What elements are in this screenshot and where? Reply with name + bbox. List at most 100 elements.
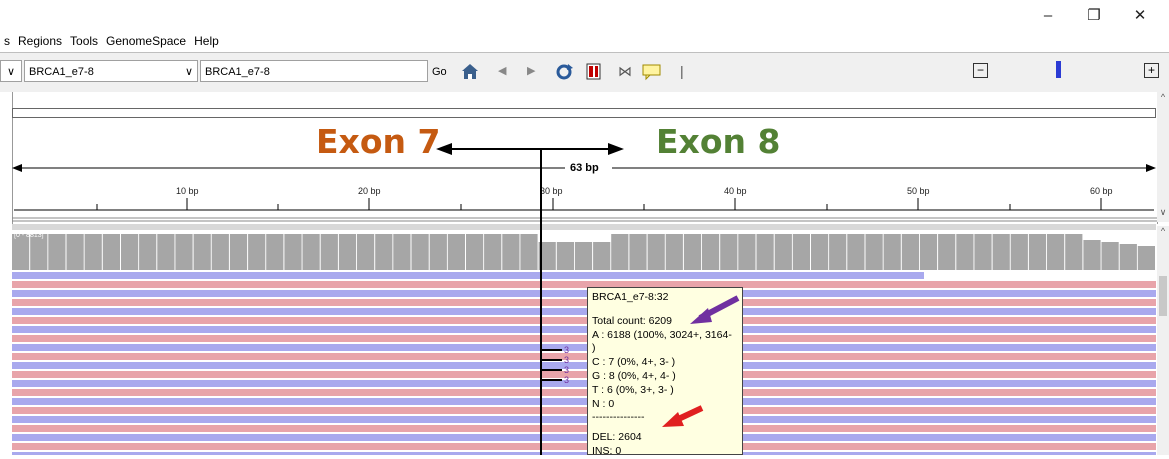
read-row bbox=[12, 335, 1156, 342]
coverage-bar bbox=[357, 234, 375, 270]
menu-item-regions[interactable]: Regions bbox=[14, 34, 66, 52]
menu-item-help[interactable]: Help bbox=[190, 34, 223, 52]
coverage-bar bbox=[193, 234, 211, 270]
coverage-bar bbox=[157, 234, 175, 270]
scroll-up-icon[interactable]: ^ bbox=[1157, 226, 1169, 236]
red-arrow-icon bbox=[662, 412, 684, 427]
coverage-bar bbox=[574, 242, 593, 270]
go-button[interactable]: Go bbox=[432, 66, 447, 78]
scrollbar-thumb[interactable] bbox=[1159, 276, 1167, 316]
ruler-tick-label: 10 bp bbox=[176, 186, 199, 196]
restore-icon[interactable]: ❐ bbox=[1071, 2, 1117, 30]
read-row bbox=[12, 272, 924, 279]
alignment-reads[interactable] bbox=[12, 272, 1156, 455]
region-of-interest-icon[interactable] bbox=[585, 62, 603, 82]
close-icon[interactable]: ✕ bbox=[1117, 2, 1163, 30]
refresh-icon[interactable] bbox=[554, 62, 574, 82]
coverage-bar bbox=[1010, 234, 1028, 270]
back-arrow-icon[interactable]: ◀ bbox=[498, 64, 506, 77]
coverage-bar bbox=[302, 234, 320, 270]
coverage-bar bbox=[956, 234, 974, 270]
chromosome-value: BRCA1_e7-8 bbox=[29, 66, 94, 78]
menu-item-tools[interactable]: Tools bbox=[66, 34, 102, 52]
coverage-bar bbox=[484, 234, 502, 270]
menu-item-view-partial[interactable]: s bbox=[0, 34, 14, 52]
read-row bbox=[12, 362, 1156, 369]
coverage-bar bbox=[629, 234, 647, 270]
locus-value: BRCA1_e7-8 bbox=[205, 66, 270, 78]
deletion-count: 3 bbox=[564, 375, 570, 385]
read-row bbox=[12, 281, 1156, 288]
coverage-bar bbox=[338, 234, 357, 270]
read-row bbox=[12, 434, 1156, 441]
toolbar-separator: | bbox=[680, 63, 684, 79]
ruler-span-label: 63 bp bbox=[570, 162, 599, 174]
coverage-bar bbox=[229, 234, 248, 270]
ruler-tick-label: 20 bp bbox=[358, 186, 381, 196]
coverage-bar bbox=[393, 234, 411, 270]
deletion-marks: 3 3 3 3 bbox=[542, 345, 572, 385]
tracks-scrollbar[interactable]: ^ bbox=[1157, 226, 1169, 455]
annotation-arrows bbox=[662, 295, 740, 427]
read-row bbox=[12, 353, 1156, 360]
coverage-bar bbox=[447, 234, 465, 270]
chevron-down-icon: ∨ bbox=[184, 66, 193, 78]
coverage-bar bbox=[248, 234, 266, 270]
coverage-bar bbox=[320, 234, 338, 270]
resize-icon[interactable]: ⋈ bbox=[618, 63, 632, 80]
coverage-bar bbox=[938, 234, 956, 270]
ruler-tick-label: 40 bp bbox=[724, 186, 747, 196]
read-row bbox=[12, 290, 1156, 297]
left-gutter bbox=[0, 92, 12, 455]
coverage-bar bbox=[375, 234, 393, 270]
read-row bbox=[12, 443, 1156, 450]
coverage-bar bbox=[1083, 240, 1101, 270]
zoom-in-button[interactable]: + bbox=[1144, 63, 1159, 78]
deletion-count: 3 bbox=[564, 345, 570, 355]
genome-dropdown-arrow[interactable]: ∨ bbox=[0, 60, 22, 82]
menu-item-genomespace[interactable]: GenomeSpace bbox=[102, 34, 190, 52]
coverage-bar bbox=[121, 234, 139, 270]
coverage-bar bbox=[139, 234, 157, 270]
coverage-bar bbox=[502, 234, 520, 270]
coverage-bar bbox=[411, 234, 429, 270]
ruler-tick-label: 60 bp bbox=[1090, 186, 1113, 196]
coverage-bar bbox=[593, 242, 611, 270]
read-row bbox=[12, 398, 1156, 405]
coverage-bar bbox=[84, 234, 102, 270]
locus-input[interactable]: BRCA1_e7-8 bbox=[200, 60, 428, 82]
coverage-bar bbox=[66, 234, 84, 270]
deletion-count: 3 bbox=[564, 365, 570, 375]
coverage-bar bbox=[284, 234, 302, 270]
popup-info-icon[interactable] bbox=[642, 63, 662, 81]
coverage-bar bbox=[520, 234, 538, 270]
ruler-scrollbar[interactable]: ^ ∨ bbox=[1157, 92, 1169, 222]
coverage-bar bbox=[30, 234, 48, 270]
minimize-icon[interactable]: – bbox=[1025, 2, 1071, 30]
home-icon[interactable] bbox=[460, 62, 480, 82]
coverage-bar bbox=[12, 234, 30, 270]
coverage-bar bbox=[720, 234, 738, 270]
coverage-bar bbox=[811, 234, 829, 270]
coverage-bar bbox=[1028, 234, 1047, 270]
coverage-bar bbox=[1119, 244, 1137, 270]
popup-del-count: DEL: 2604 bbox=[592, 431, 642, 444]
exon-8-label: Exon 8 bbox=[656, 122, 781, 161]
read-row bbox=[12, 326, 1156, 333]
zoom-out-button[interactable]: − bbox=[973, 63, 988, 78]
coverage-bar bbox=[266, 234, 284, 270]
chromosome-select[interactable]: BRCA1_e7-8 ∨ bbox=[24, 60, 198, 82]
scroll-down-icon[interactable]: ∨ bbox=[1157, 207, 1169, 218]
coverage-bar bbox=[683, 234, 702, 270]
coverage-track[interactable]: [0 - 8813] bbox=[12, 230, 1156, 270]
coverage-bar bbox=[702, 234, 720, 270]
forward-arrow-icon[interactable]: ▶ bbox=[527, 64, 535, 77]
coverage-bar bbox=[792, 234, 810, 270]
scroll-up-icon[interactable]: ^ bbox=[1157, 92, 1169, 102]
toolbar: ∨ BRCA1_e7-8 ∨ BRCA1_e7-8 Go ◀ ▶ ⋈ | − + bbox=[0, 52, 1169, 94]
zoom-level-indicator[interactable] bbox=[1056, 61, 1061, 78]
coverage-bar bbox=[901, 234, 919, 270]
coverage-bar bbox=[865, 234, 883, 270]
coverage-bar bbox=[175, 234, 193, 270]
coverage-bar bbox=[774, 234, 792, 270]
